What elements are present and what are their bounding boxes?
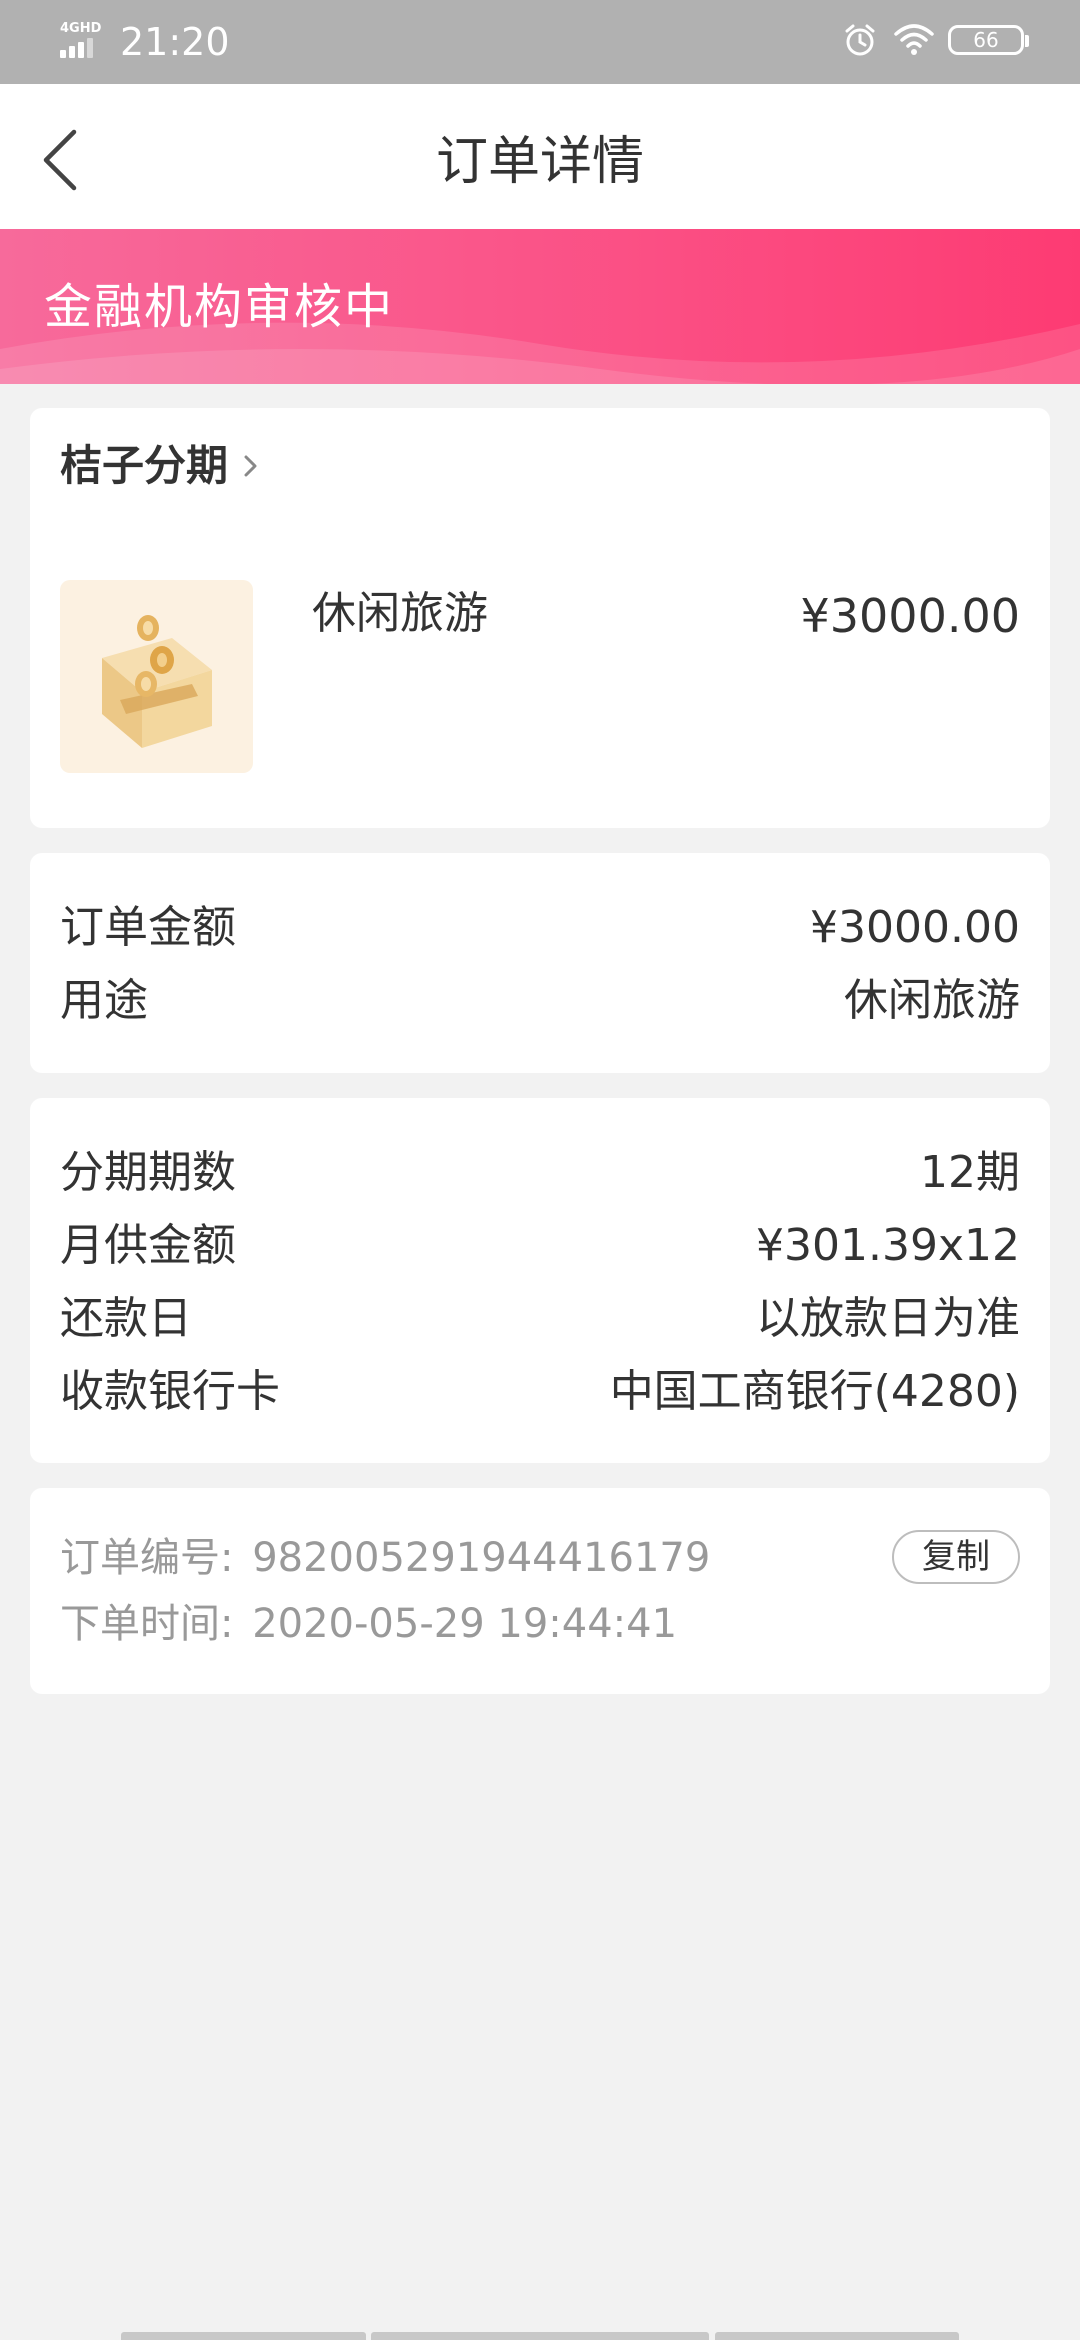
installment-count-row: 分期期数 12期 (60, 1145, 1020, 1201)
product-image (60, 580, 253, 773)
order-amount-row: 订单金额 ¥3000.00 (60, 900, 1020, 956)
product-price: ¥3000.00 (800, 589, 1021, 643)
bank-card-row: 收款银行卡 中国工商银行(4280) (60, 1364, 1020, 1420)
order-number-label: 订单编号: (60, 1535, 234, 1581)
nav-gesture-bar-right[interactable] (715, 2332, 959, 2340)
repayment-day-label: 还款日 (60, 1293, 192, 1344)
status-banner: 金融机构审核中 (0, 229, 1080, 384)
order-time: 2020-05-29 19:44:41 (252, 1601, 678, 1647)
order-meta-card: 订单编号: 982005291944416179 复制 下单时间: 2020-0… (30, 1488, 1050, 1694)
copy-button[interactable]: 复制 (892, 1530, 1020, 1584)
chevron-right-icon (244, 455, 257, 477)
order-status: 金融机构审核中 (44, 279, 395, 335)
wifi-icon (894, 24, 934, 55)
monthly-payment-value: ¥301.39x12 (756, 1220, 1020, 1271)
signal-icon: 4GHD (58, 22, 102, 62)
gold-coin-box-icon (102, 615, 212, 748)
page-title: 订单详情 (435, 132, 644, 192)
bank-card-label: 收款银行卡 (60, 1366, 280, 1417)
nav-bar: 订单详情 (0, 84, 1080, 229)
product-card: 桔子分期 休闲旅游 ¥3000.00 (30, 408, 1050, 828)
product-name: 休闲旅游 (312, 588, 488, 639)
battery-icon: 66 (948, 25, 1029, 55)
purpose-row: 用途 休闲旅游 (60, 973, 1020, 1029)
installment-count-value: 12期 (920, 1147, 1020, 1198)
status-bar: 4GHD 21:20 66 (0, 0, 1080, 84)
network-type: 4GHD (60, 21, 102, 36)
status-time: 21:20 (120, 20, 230, 64)
store-link[interactable]: 桔子分期 (60, 438, 260, 494)
order-amount-value: ¥3000.00 (810, 902, 1020, 953)
bank-card-value: 中国工商银行(4280) (609, 1366, 1020, 1417)
order-amount-label: 订单金额 (60, 902, 236, 953)
installment-count-label: 分期期数 (60, 1147, 236, 1198)
store-name: 桔子分期 (60, 441, 229, 490)
installment-card: 分期期数 12期 月供金额 ¥301.39x12 还款日 以放款日为准 收款银行… (30, 1098, 1050, 1463)
monthly-payment-label: 月供金额 (60, 1220, 236, 1271)
monthly-payment-row: 月供金额 ¥301.39x12 (60, 1218, 1020, 1274)
alarm-icon (845, 24, 875, 56)
order-summary-card: 订单金额 ¥3000.00 用途 休闲旅游 (30, 853, 1050, 1073)
nav-gesture-bar-left[interactable] (121, 2332, 366, 2340)
purpose-label: 用途 (60, 975, 148, 1026)
order-time-line: 下单时间: 2020-05-29 19:44:41 (60, 1598, 677, 1650)
repayment-day-row: 还款日 以放款日为准 (60, 1291, 1020, 1347)
nav-gesture-bar-center[interactable] (371, 2332, 709, 2340)
battery-level: 66 (973, 28, 999, 52)
repayment-day-value: 以放款日为准 (756, 1293, 1020, 1344)
order-time-label: 下单时间: (60, 1601, 234, 1647)
purpose-value: 休闲旅游 (844, 975, 1020, 1026)
order-number: 982005291944416179 (252, 1535, 711, 1581)
order-number-line: 订单编号: 982005291944416179 (60, 1532, 710, 1584)
